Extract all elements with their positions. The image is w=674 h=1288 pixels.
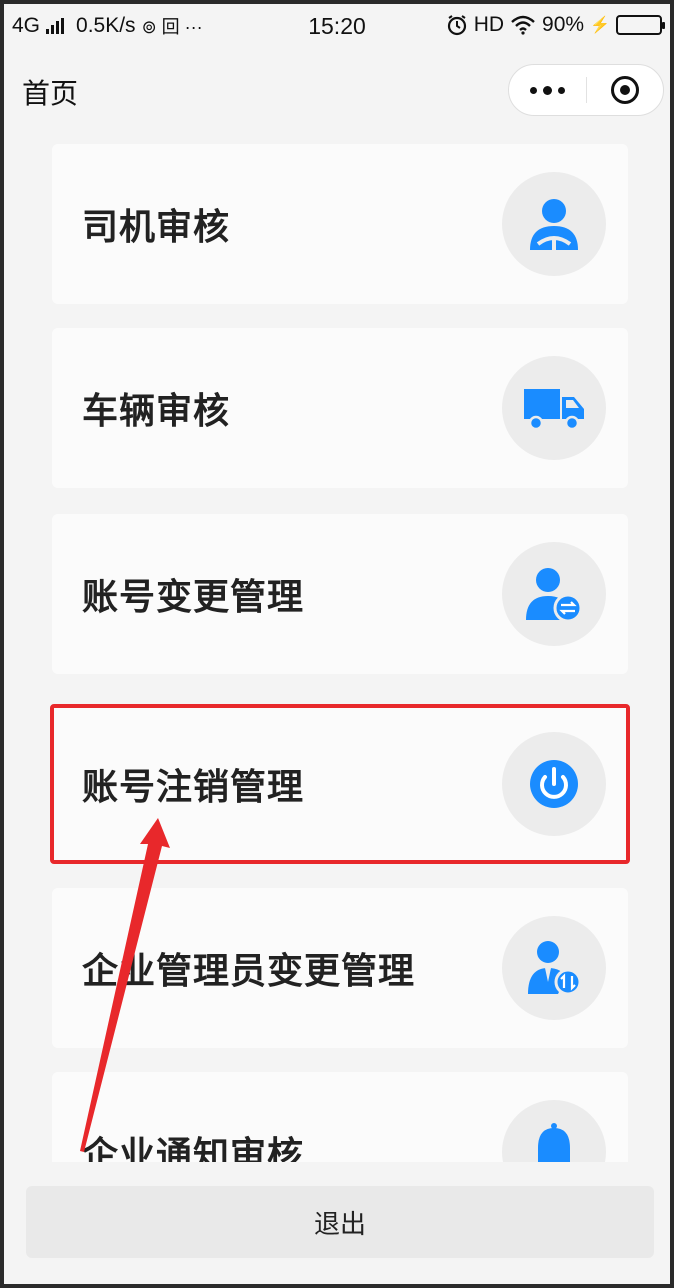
- hd-badge: HD: [473, 13, 505, 36]
- battery-percent: 90%: [542, 13, 585, 36]
- menu-item-driver-review[interactable]: 司机审核: [52, 144, 628, 304]
- more-button[interactable]: [509, 65, 586, 115]
- alarm-icon: [447, 15, 466, 36]
- network-type: 4G: [12, 14, 41, 37]
- admin-change-icon: [528, 941, 582, 996]
- network-speed: 0.5K/s: [76, 14, 136, 37]
- battery-icon: [616, 15, 665, 35]
- menu-icon-circle: [502, 1100, 606, 1162]
- power-icon: [530, 760, 578, 808]
- footer-area: 退出: [4, 1162, 670, 1284]
- menu-item-label: 车辆审核: [82, 391, 231, 432]
- page-title: 首页: [22, 77, 79, 110]
- status-bar: 4G 0.5K/s ⊚ 回 ··· 15:20 HD 90% ⚡: [4, 4, 670, 50]
- phone-screen: 4G 0.5K/s ⊚ 回 ··· 15:20 HD 90% ⚡ 首页 司机审核…: [4, 4, 670, 1284]
- close-mini-program-button[interactable]: [587, 65, 664, 115]
- driver-icon: [530, 199, 578, 250]
- menu-icon-circle: [502, 356, 606, 460]
- status-right: HD 90% ⚡: [446, 13, 665, 37]
- logout-button[interactable]: 退出: [26, 1186, 654, 1258]
- menu-item-label: 企业管理员变更管理: [82, 951, 416, 992]
- menu-icon-circle: [502, 732, 606, 836]
- signal-icon: [46, 18, 65, 34]
- menu-item-label: 账号变更管理: [82, 577, 305, 618]
- notification-icons: ⊚ 回 ···: [141, 17, 203, 37]
- nav-bar: 首页: [4, 50, 670, 136]
- menu-item-admin-change[interactable]: 企业管理员变更管理: [52, 888, 628, 1048]
- menu-item-label: 司机审核: [82, 207, 231, 248]
- mini-program-capsule: [508, 64, 664, 116]
- menu-item-account-change[interactable]: 账号变更管理: [52, 514, 628, 674]
- menu-list: 司机审核 车辆审核 账号变更管理 账号注销管理 企业管理员变更管理 企业通知审核: [4, 136, 670, 1162]
- account-change-icon: [526, 568, 583, 623]
- menu-item-account-cancellation[interactable]: 账号注销管理: [52, 704, 628, 864]
- menu-icon-circle: [502, 172, 606, 276]
- menu-item-vehicle-review[interactable]: 车辆审核: [52, 328, 628, 488]
- wifi-icon: [511, 15, 535, 35]
- menu-item-label: 账号注销管理: [82, 767, 305, 808]
- menu-icon-circle: [502, 916, 606, 1020]
- menu-item-label: 企业通知审核: [82, 1135, 305, 1162]
- more-dots-icon: [529, 85, 565, 95]
- menu-item-notice-review[interactable]: 企业通知审核: [52, 1072, 628, 1162]
- charging-icon: ⚡: [590, 17, 610, 34]
- status-left: 4G 0.5K/s ⊚ 回 ···: [12, 13, 203, 39]
- truck-icon: [524, 389, 584, 431]
- target-icon: [610, 76, 639, 104]
- menu-icon-circle: [502, 542, 606, 646]
- bell-icon: [538, 1123, 570, 1162]
